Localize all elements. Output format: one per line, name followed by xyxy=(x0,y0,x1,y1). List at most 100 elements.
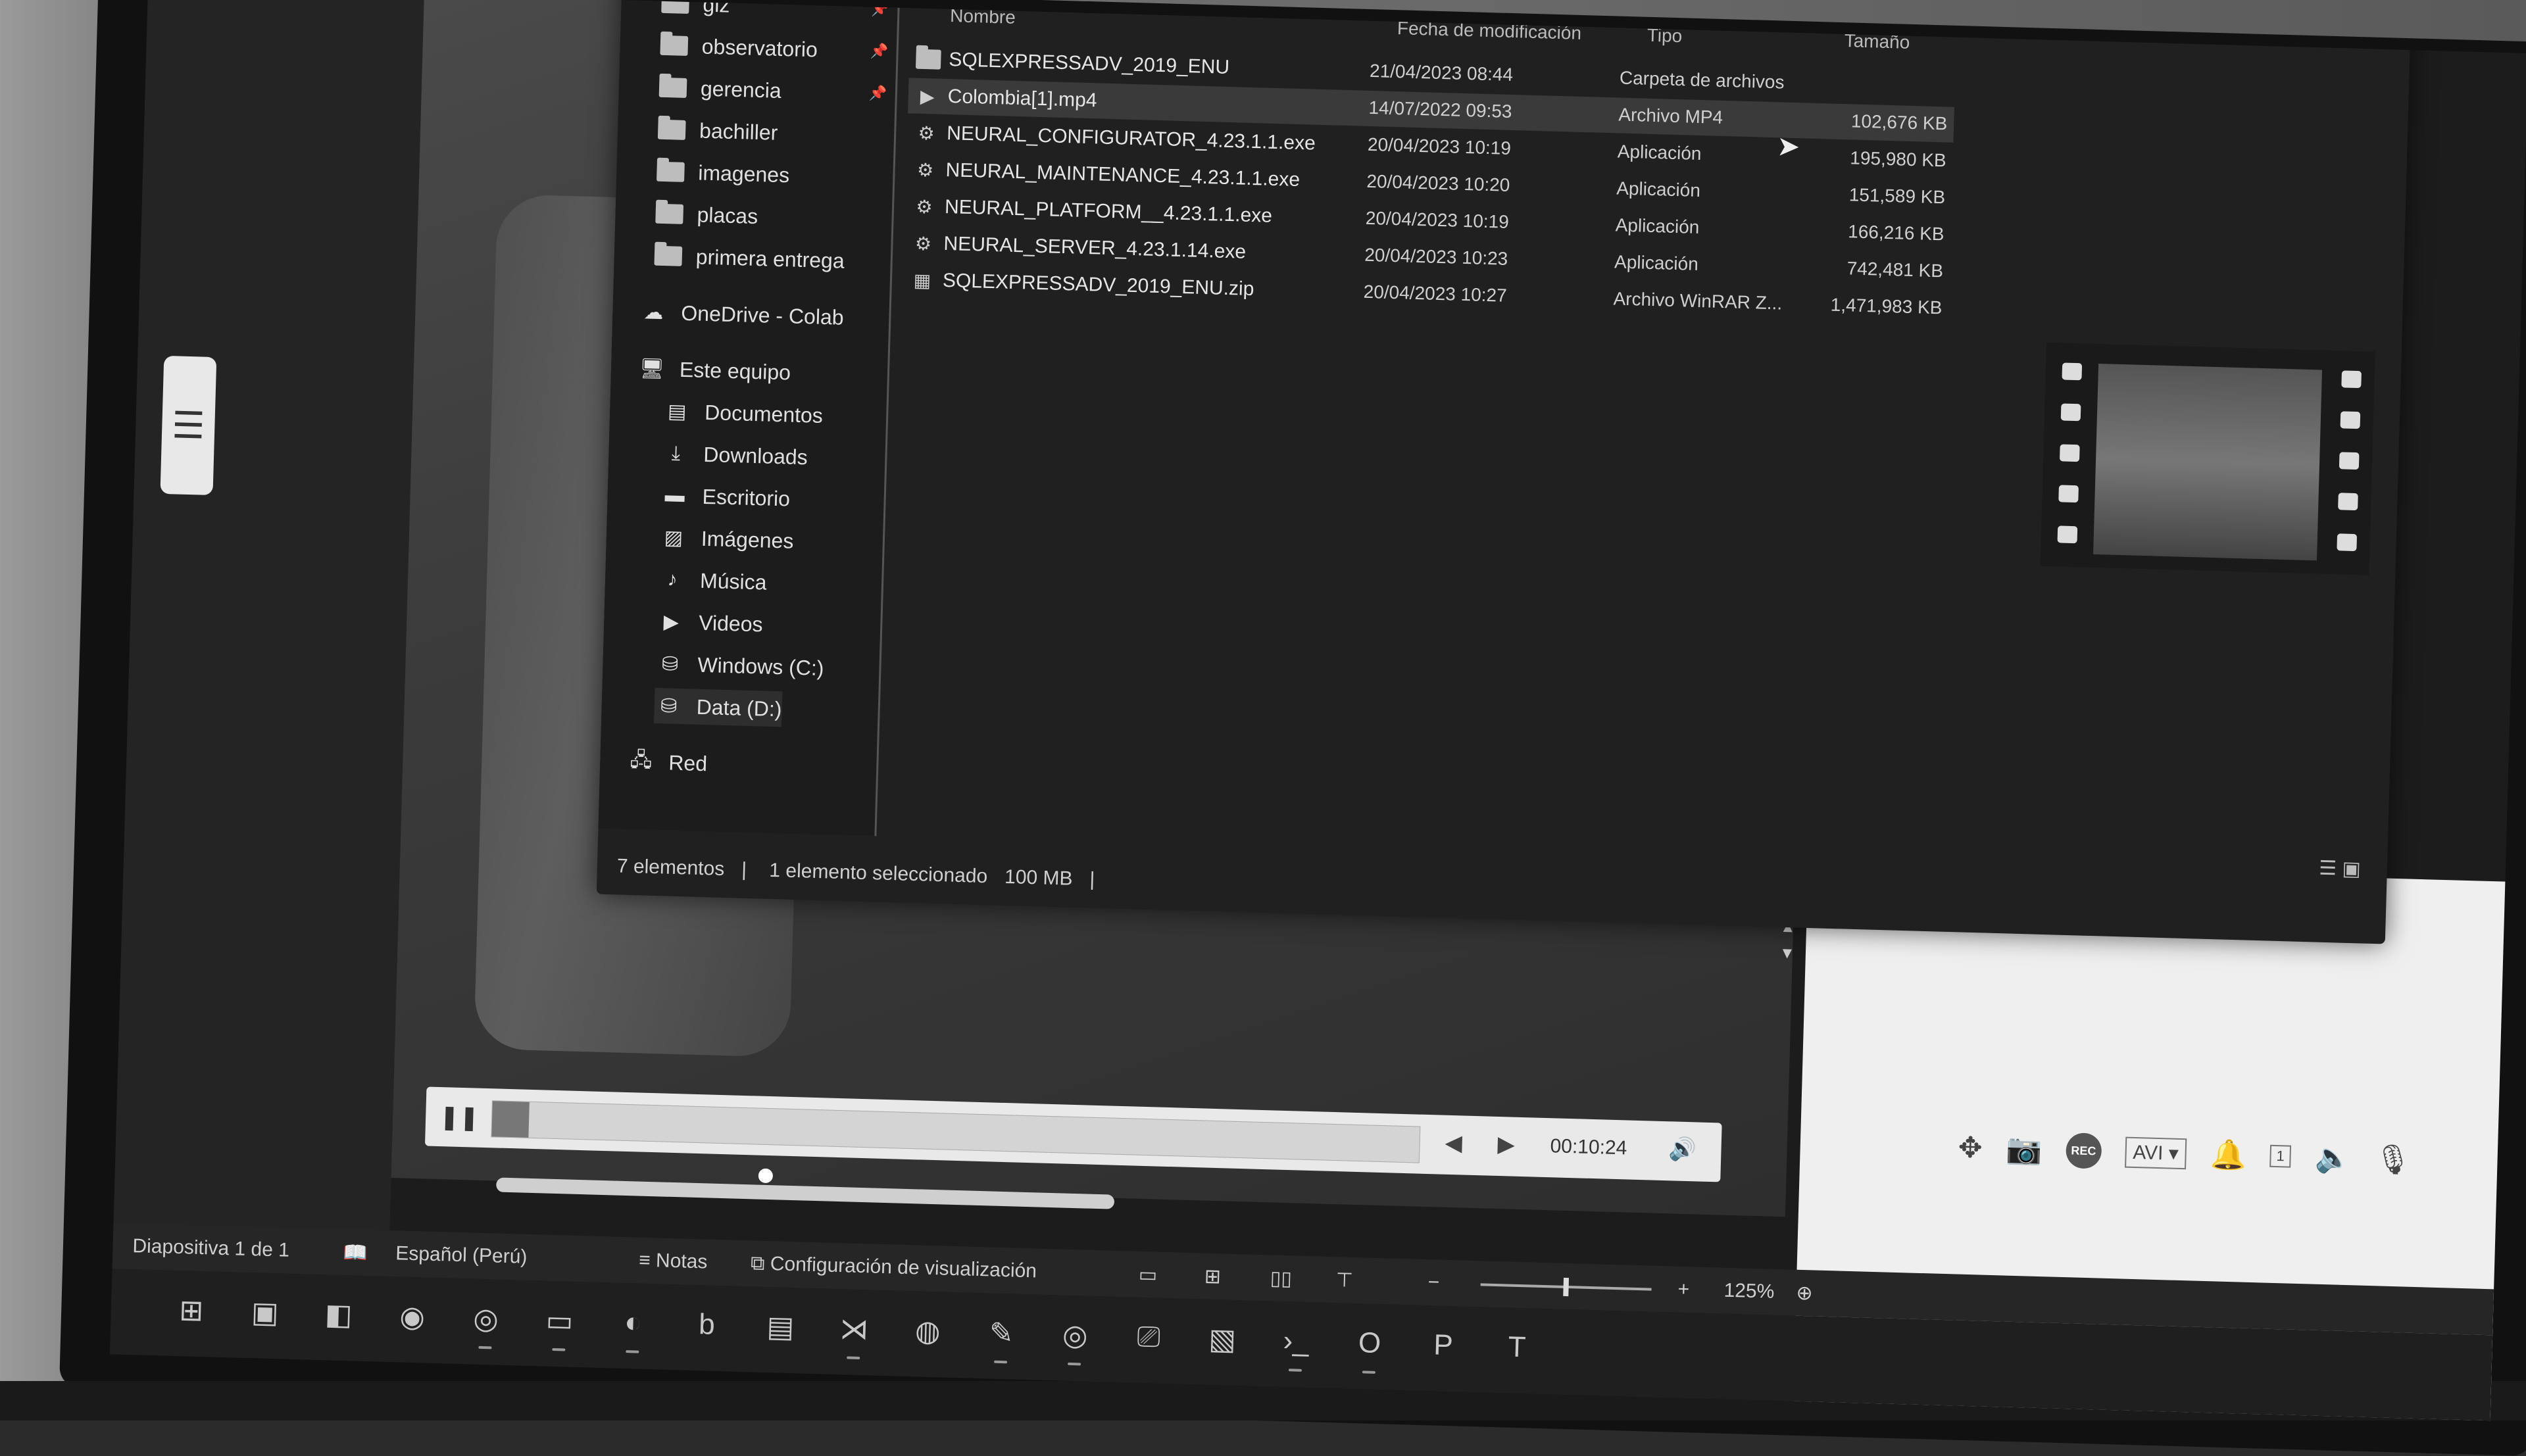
exe-icon: ⚙ xyxy=(916,196,933,217)
bell-icon[interactable]: 🔔 xyxy=(2210,1137,2246,1173)
zoom-level[interactable]: 125% xyxy=(1723,1280,1775,1303)
accessibility-icon[interactable]: 📖 xyxy=(343,1241,368,1265)
powerpoint-icon[interactable]: P xyxy=(1422,1324,1465,1367)
zoom-slider[interactable] xyxy=(1480,1277,1652,1297)
move-icon[interactable]: ✥ xyxy=(1958,1130,1983,1165)
nav-item-label: placas xyxy=(697,202,758,228)
nav-item[interactable]: gerencia 📌 xyxy=(658,70,887,109)
bing-icon[interactable]: b xyxy=(685,1303,729,1347)
previous-frame-button[interactable]: ◀ xyxy=(1445,1130,1462,1157)
notes-button[interactable]: ≡ Notas xyxy=(639,1250,708,1274)
zoom-thumb[interactable] xyxy=(1563,1277,1570,1297)
selection-count: 1 elemento seleccionado xyxy=(768,859,988,888)
windows-start-icon[interactable]: ⊞ xyxy=(170,1289,213,1332)
desktop-icon: ▬ xyxy=(664,484,685,507)
nav-item[interactable]: bachiller xyxy=(656,112,778,151)
file-name: NEURAL_MAINTENANCE_4.23.1.1.exe xyxy=(945,158,1300,191)
nav-item-label: Imágenes xyxy=(701,526,794,553)
reading-view-icon[interactable]: ▯▯ xyxy=(1270,1267,1292,1290)
cloud-icon: ☁ xyxy=(643,301,664,324)
nav-item[interactable]: ⛁ Windows (C:) xyxy=(655,646,824,686)
film-sprocket xyxy=(2057,525,2078,544)
camera-icon[interactable]: 📷 xyxy=(2006,1132,2043,1167)
folder-icon xyxy=(653,245,683,268)
side-menu-button[interactable]: ☰ xyxy=(160,355,217,496)
document-app-icon[interactable]: ▧ xyxy=(1201,1318,1244,1361)
file-date: 20/04/2023 10:23 xyxy=(1364,244,1508,269)
nav-item[interactable]: placas xyxy=(655,196,758,234)
file-type: Aplicación xyxy=(1616,178,1701,201)
nav-item[interactable]: observatorio 📌 xyxy=(659,28,888,68)
normal-view-icon[interactable]: ▭ xyxy=(1138,1263,1157,1287)
monitor-screen: ☰ ❚❚ ◀ ▶ 00:10:24 🔊 ▼▲▼ ✥ 📷 REC AVI ▾ 🔔 … xyxy=(109,0,2526,1421)
record-button[interactable]: REC xyxy=(2065,1132,2102,1169)
fit-to-window-icon[interactable]: ⊕ xyxy=(1796,1282,1813,1305)
speaker-icon[interactable]: 🔈 xyxy=(2314,1140,2351,1176)
nav-item-label: observatorio xyxy=(701,34,818,61)
nav-item[interactable]: ⤓ Downloads xyxy=(661,435,808,475)
nav-item[interactable]: giz 📌 xyxy=(660,0,889,23)
nav-item[interactable]: ▤ Documentos xyxy=(662,393,824,433)
nav-item-label: Escritorio xyxy=(702,484,791,511)
nav-item[interactable]: ⛁ Data (D:) xyxy=(654,687,783,727)
nav-item[interactable]: imagenes xyxy=(656,154,790,193)
chrome-alt-icon[interactable]: ◎ xyxy=(1053,1313,1097,1366)
explorer-status-bar: 7 elementos | 1 elemento seleccionado 100 … xyxy=(616,855,1112,891)
outlook-icon[interactable]: O xyxy=(1348,1322,1391,1374)
nav-item[interactable]: ▶ Videos xyxy=(656,604,764,642)
mic-muted-icon[interactable]: 🎙 xyxy=(2374,1142,2412,1177)
film-sprocket xyxy=(2339,452,2360,470)
notes-icon: ≡ xyxy=(638,1249,656,1272)
drive-icon: ⛁ xyxy=(660,694,678,717)
edge-icon[interactable]: ◐ xyxy=(612,1301,655,1353)
file-size: 742,481 KB xyxy=(1846,258,1944,281)
running-indicator xyxy=(1362,1371,1375,1374)
terminal-icon[interactable]: ›_ xyxy=(1274,1320,1318,1372)
details-view-icon[interactable]: ☰ xyxy=(2319,858,2337,880)
nav-item[interactable]: ▬ Escritorio xyxy=(660,477,791,516)
zoom-out-button[interactable]: − xyxy=(1427,1271,1439,1294)
nav-item[interactable]: 🖥 Este equipo xyxy=(637,351,791,390)
nav-item[interactable]: ▨ Imágenes xyxy=(658,520,794,559)
film-sprocket xyxy=(2341,370,2362,389)
file-date: 20/04/2023 10:27 xyxy=(1363,281,1508,306)
nav-item[interactable]: ☁ OneDrive - Colab xyxy=(639,294,845,335)
hamburger-icon: ☰ xyxy=(171,404,206,447)
nav-item[interactable]: 🖧 Red xyxy=(626,744,708,781)
remote-desktop-icon[interactable]: ⎚ xyxy=(1127,1315,1170,1359)
task-view-icon[interactable]: ▣ xyxy=(243,1291,287,1334)
view-toggle[interactable]: ☰ ▣ xyxy=(2319,857,2362,881)
preview-pane xyxy=(2040,342,2375,575)
chrome-icon[interactable]: ◎ xyxy=(464,1297,508,1349)
notepad-icon[interactable]: ▤ xyxy=(759,1305,803,1349)
nav-item[interactable]: primera entrega xyxy=(653,238,845,279)
file-type: Aplicación xyxy=(1615,214,1700,237)
nav-item-label: primera entrega xyxy=(695,244,845,273)
language-indicator[interactable]: Español (Perú) xyxy=(395,1242,528,1269)
slide-sorter-icon[interactable]: ⊞ xyxy=(1204,1265,1221,1289)
documents-icon: ▤ xyxy=(667,400,687,423)
slideshow-icon[interactable]: ⊤ xyxy=(1335,1269,1353,1292)
large-icons-view-icon[interactable]: ▣ xyxy=(2342,858,2361,881)
zoom-in-button[interactable]: + xyxy=(1677,1278,1689,1301)
teams-icon[interactable]: T xyxy=(1495,1326,1539,1369)
file-date: 20/04/2023 10:19 xyxy=(1367,133,1512,158)
running-indicator xyxy=(847,1356,860,1360)
next-frame-button[interactable]: ▶ xyxy=(1497,1131,1515,1158)
nav-item[interactable]: ♪ Música xyxy=(657,562,767,600)
volume-button[interactable]: 🔊 xyxy=(1668,1136,1696,1163)
camera-app-icon[interactable]: ◉ xyxy=(391,1295,434,1338)
display-settings-button[interactable]: ⧉ Configuración de visualización xyxy=(751,1252,1037,1282)
folder-icon xyxy=(660,0,690,15)
film-sprocket xyxy=(2337,533,2358,552)
video-thumbnail xyxy=(2093,364,2323,561)
pen-icon[interactable]: ✎ xyxy=(979,1311,1023,1364)
chromium-icon[interactable]: ◍ xyxy=(906,1309,950,1353)
format-select[interactable]: AVI ▾ xyxy=(2124,1136,2187,1169)
vscode-icon[interactable]: ⋊ xyxy=(833,1307,876,1360)
nav-item-label: gerencia xyxy=(700,76,782,103)
file-explorer-icon[interactable]: ▭ xyxy=(538,1299,582,1351)
zip-icon: ▦ xyxy=(913,270,931,291)
widgets-icon[interactable]: ◧ xyxy=(317,1293,360,1336)
pause-button[interactable]: ❚❚ xyxy=(435,1094,483,1141)
